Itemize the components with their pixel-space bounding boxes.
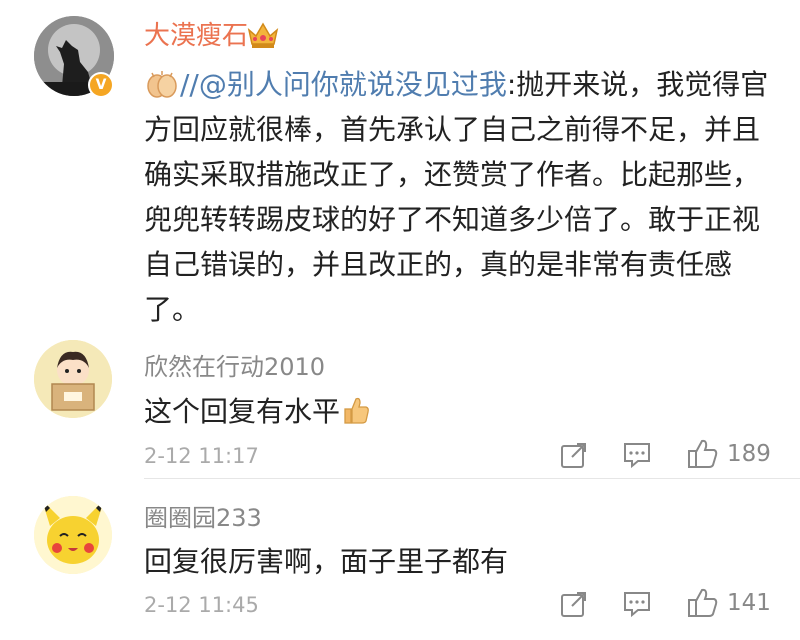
reply-text: 这个回复有水平: [144, 390, 370, 430]
main-username[interactable]: 大漠瘦石: [144, 18, 248, 54]
reply-text: 回复很厉害啊，面子里子都有: [144, 545, 509, 578]
main-comment-text: //@别人问你就说没见过我:抛开来说，我觉得官方回应就很棒，首先承认了自己之前得…: [144, 62, 784, 332]
reply-time: 2-12 11:17: [144, 444, 259, 468]
comment-body: :抛开来说，我觉得官方回应就很棒，首先承认了自己之前得不足，并且确实采取措施改正…: [144, 68, 769, 326]
reply-text-content: 这个回复有水平: [144, 395, 341, 428]
reply-username[interactable]: 欣然在行动2010: [144, 347, 325, 382]
pikachu-avatar: [34, 496, 112, 574]
thumbs-up-emoji-icon: [344, 397, 369, 424]
comment-icon[interactable]: [622, 441, 652, 469]
reply-time: 2-12 11:45: [144, 593, 259, 617]
like-icon[interactable]: [686, 587, 720, 619]
cartoon-kid-avatar: [34, 340, 112, 418]
reply-avatar[interactable]: [34, 340, 112, 418]
reply-avatar[interactable]: [34, 496, 112, 574]
comment-icon[interactable]: [622, 590, 652, 618]
verified-badge: V: [88, 72, 114, 98]
clapping-hands-icon: [147, 71, 177, 98]
crown-icon: [247, 22, 279, 48]
divider: [144, 478, 800, 479]
share-icon[interactable]: [560, 441, 588, 469]
like-count: 189: [727, 441, 771, 467]
like-count: 141: [727, 590, 771, 616]
like-icon[interactable]: [686, 438, 720, 470]
share-icon[interactable]: [560, 590, 588, 618]
reply-username[interactable]: 圈圈园233: [144, 498, 262, 533]
mention-link[interactable]: //@别人问你就说没见过我: [180, 68, 507, 101]
